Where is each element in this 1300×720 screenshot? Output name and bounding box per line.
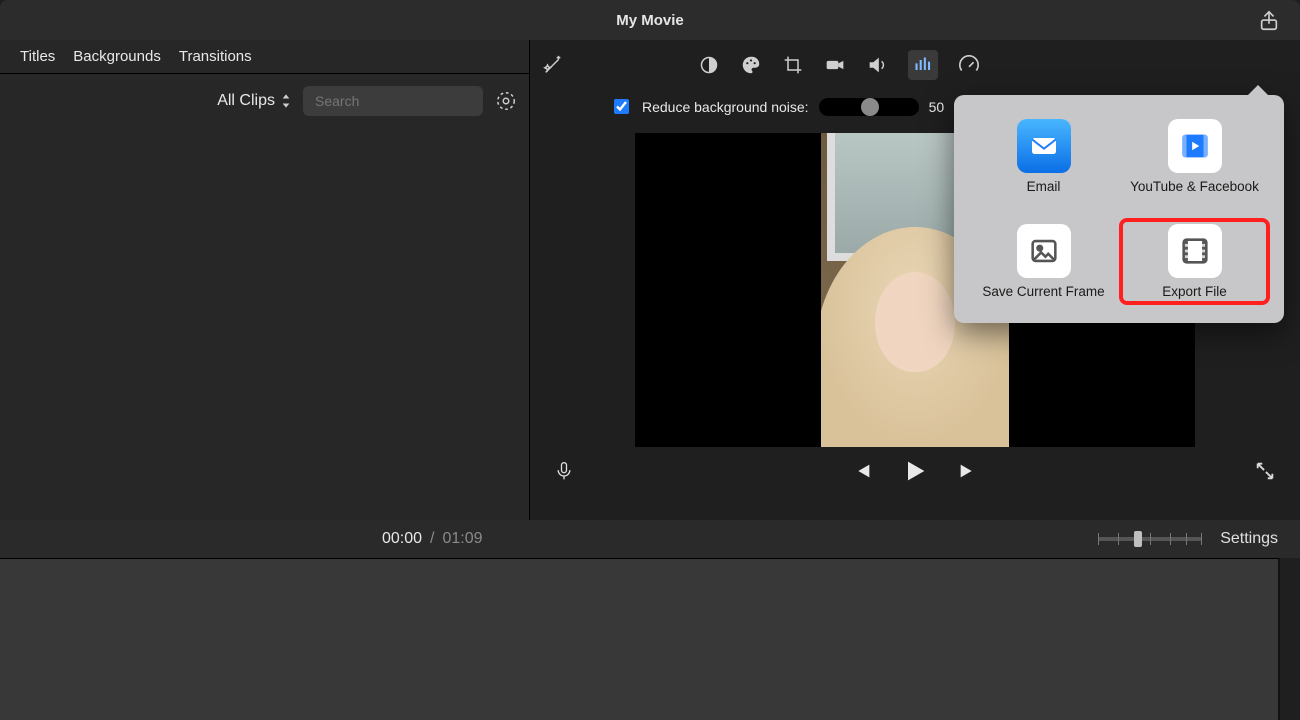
- share-save-frame[interactable]: Save Current Frame: [968, 218, 1119, 305]
- zoom-knob[interactable]: [1134, 531, 1142, 547]
- share-export-file[interactable]: Export File: [1119, 218, 1270, 305]
- tab-titles[interactable]: Titles: [20, 48, 55, 65]
- window-title: My Movie: [616, 12, 684, 29]
- voiceover-button[interactable]: [554, 459, 574, 483]
- play-button[interactable]: [901, 457, 929, 485]
- fullscreen-button[interactable]: [1254, 460, 1276, 482]
- noise-reduction-value: 50: [929, 99, 945, 115]
- inspector-toolbar: [530, 40, 1300, 90]
- noise-reduction-label: Reduce background noise:: [642, 99, 809, 115]
- timeline-area[interactable]: [0, 558, 1280, 720]
- browser-settings-button[interactable]: [495, 90, 517, 112]
- contrast-icon: [699, 55, 719, 75]
- transport-row: [530, 447, 1300, 483]
- stabilization-button[interactable]: [824, 54, 846, 76]
- speaker-icon: [866, 54, 888, 76]
- total-duration: 01:09: [443, 530, 483, 548]
- share-popover: Email YouTube & Facebook Save Current Fr…: [954, 95, 1284, 323]
- clips-filter-label: All Clips: [217, 92, 275, 110]
- slider-knob[interactable]: [861, 98, 879, 116]
- magic-wand-icon: [542, 54, 564, 76]
- media-browser: Titles Backgrounds Transitions All Clips: [0, 40, 530, 520]
- viewer-pane: Reduce background noise: 50 %: [530, 40, 1300, 520]
- enhance-button[interactable]: [542, 54, 564, 76]
- next-button[interactable]: [957, 460, 979, 482]
- equalizer-icon: [913, 55, 933, 75]
- share-icon: [1258, 10, 1280, 32]
- clips-filter-dropdown[interactable]: All Clips: [217, 92, 291, 110]
- share-youtube-facebook-label: YouTube & Facebook: [1130, 179, 1259, 196]
- volume-button[interactable]: [866, 54, 888, 76]
- share-email[interactable]: Email: [968, 113, 1119, 202]
- noise-reduction-slider[interactable]: [819, 98, 919, 116]
- search-field[interactable]: [313, 92, 498, 110]
- timeline-zoom-slider[interactable]: [1098, 537, 1202, 541]
- tab-transitions[interactable]: Transitions: [179, 48, 252, 65]
- tab-backgrounds[interactable]: Backgrounds: [73, 48, 161, 65]
- speed-button[interactable]: [958, 54, 980, 76]
- share-export-file-label: Export File: [1162, 284, 1227, 299]
- color-balance-button[interactable]: [698, 54, 720, 76]
- image-icon: [1017, 224, 1071, 278]
- browser-tab-bar: Titles Backgrounds Transitions: [0, 40, 529, 74]
- email-icon: [1017, 119, 1071, 173]
- transport-controls: [851, 457, 979, 485]
- noise-reduction-button[interactable]: [908, 50, 938, 80]
- skip-forward-icon: [957, 460, 979, 482]
- fullscreen-icon: [1254, 460, 1276, 482]
- noise-reduction-checkbox[interactable]: [614, 99, 629, 114]
- timeline-settings-button[interactable]: Settings: [1220, 530, 1278, 548]
- camera-icon: [824, 55, 846, 75]
- film-icon: [1168, 224, 1222, 278]
- speedometer-icon: [958, 54, 980, 76]
- time-separator: /: [430, 530, 434, 548]
- color-correction-button[interactable]: [740, 54, 762, 76]
- filter-row: All Clips: [0, 74, 529, 128]
- share-email-label: Email: [1027, 179, 1061, 194]
- crop-button[interactable]: [782, 54, 804, 76]
- title-bar: My Movie: [0, 0, 1300, 40]
- crop-icon: [783, 55, 803, 75]
- palette-icon: [740, 54, 762, 76]
- inspector-icons: [698, 50, 980, 80]
- share-youtube-facebook[interactable]: YouTube & Facebook: [1119, 113, 1270, 202]
- play-icon: [901, 457, 929, 485]
- playhead-time: 00:00: [382, 530, 422, 548]
- sort-arrows-icon: [281, 94, 291, 108]
- search-input[interactable]: [303, 86, 483, 116]
- gear-icon: [495, 90, 517, 112]
- share-button[interactable]: [1258, 10, 1280, 32]
- previous-button[interactable]: [851, 460, 873, 482]
- time-bar: 00:00 / 01:09 Settings: [0, 520, 1300, 558]
- video-share-icon: [1168, 119, 1222, 173]
- share-save-frame-label: Save Current Frame: [982, 284, 1104, 299]
- skip-back-icon: [851, 460, 873, 482]
- mic-icon: [554, 459, 574, 483]
